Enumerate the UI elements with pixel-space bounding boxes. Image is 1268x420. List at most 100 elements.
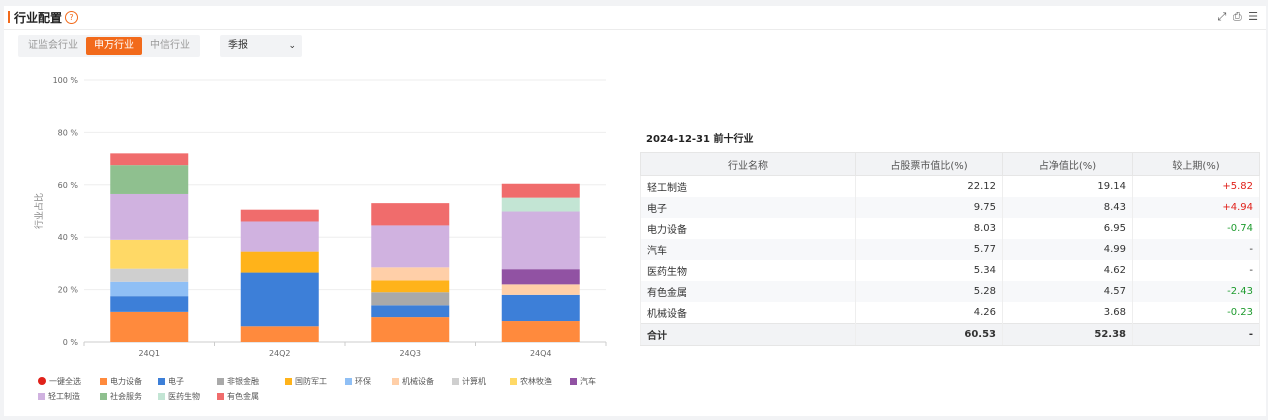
cell-total-nav-pct: 52.38: [1002, 323, 1133, 346]
bar-segment[interactable]: [501, 183, 580, 198]
bar-segment[interactable]: [240, 251, 319, 273]
bar-segment[interactable]: [371, 292, 450, 306]
col-header-change[interactable]: 较上期(%): [1132, 152, 1260, 176]
cell-stock-pct: 4.26: [855, 302, 1003, 324]
y-tick-label: 80 %: [58, 128, 79, 137]
cell-change: -2.43: [1132, 281, 1260, 302]
table-row[interactable]: 电力设备 8.03 6.95 -0.74: [640, 218, 1260, 239]
bar-segment[interactable]: [110, 296, 189, 312]
cell-stock-pct: 5.77: [855, 239, 1003, 260]
cell-nav-pct: 4.62: [1002, 260, 1133, 281]
legend-swatch: [38, 393, 45, 400]
legend-swatch: [217, 378, 224, 385]
legend-item[interactable]: 环保: [345, 376, 371, 387]
legend-item[interactable]: 国防军工: [285, 376, 327, 387]
cell-nav-pct: 8.43: [1002, 197, 1133, 218]
legend-item[interactable]: 电力设备: [100, 376, 142, 387]
table-row[interactable]: 汽车 5.77 4.99-: [640, 239, 1260, 260]
bar-segment[interactable]: [371, 225, 450, 268]
legend-item[interactable]: 医药生物: [158, 391, 200, 402]
period-select[interactable]: 季报 ⌄: [220, 35, 302, 57]
industry-standard-tabs: 证监会行业 申万行业 中信行业: [18, 35, 200, 57]
fullscreen-icon[interactable]: ⤢: [1218, 10, 1227, 23]
bar-segment[interactable]: [501, 321, 580, 342]
bar-segment[interactable]: [501, 294, 580, 322]
y-tick-label: 100 %: [53, 76, 79, 85]
legend-label: 医药生物: [168, 392, 200, 401]
legend-swatch: [285, 378, 292, 385]
legend-item[interactable]: 计算机: [452, 376, 486, 387]
bar-segment[interactable]: [501, 284, 580, 295]
bar-segment[interactable]: [110, 268, 189, 282]
bar-segment[interactable]: [110, 239, 189, 269]
table-row[interactable]: 机械设备 4.26 3.68 -0.23: [640, 302, 1260, 324]
menu-icon[interactable]: ☰: [1248, 10, 1258, 23]
bar-segment[interactable]: [110, 193, 189, 240]
cell-change: +5.82: [1132, 175, 1260, 197]
y-tick-label: 40 %: [58, 233, 79, 242]
legend-item[interactable]: 非银金融: [217, 376, 259, 387]
tab-sw-industry[interactable]: 申万行业: [86, 37, 142, 55]
tab-citic-industry[interactable]: 中信行业: [142, 37, 198, 55]
bar-segment[interactable]: [110, 281, 189, 297]
cell-nav-pct: 4.99: [1002, 239, 1133, 260]
legend-label: 国防军工: [295, 377, 327, 386]
legend-item[interactable]: 电子: [158, 376, 184, 387]
cell-nav-pct: 4.57: [1002, 281, 1133, 302]
cell-stock-pct: 9.75: [855, 197, 1003, 218]
legend-label: 电子: [168, 377, 184, 386]
chevron-down-icon: ⌄: [288, 41, 296, 51]
panel-title: 行业配置: [14, 11, 63, 25]
table-header-row: 行业名称 占股票市值比(%) 占净值比(%) 较上期(%): [640, 152, 1260, 176]
cell-industry: 机械设备: [640, 302, 856, 324]
cell-industry: 电力设备: [640, 218, 856, 239]
legend-select-all[interactable]: 一键全选: [38, 376, 81, 387]
bar-segment[interactable]: [240, 326, 319, 342]
legend-swatch: [345, 378, 352, 385]
cell-stock-pct: 8.03: [855, 218, 1003, 239]
bar-segment[interactable]: [371, 267, 450, 281]
legend-item[interactable]: 社会服务: [100, 391, 142, 402]
bar-segment[interactable]: [371, 203, 450, 226]
bar-segment[interactable]: [240, 209, 319, 222]
bar-segment[interactable]: [371, 305, 450, 318]
x-tick-label: 24Q3: [399, 349, 421, 358]
bar-segment[interactable]: [371, 317, 450, 342]
table-row[interactable]: 电子 9.75 8.43 +4.94: [640, 197, 1260, 218]
bar-segment[interactable]: [240, 272, 319, 327]
y-tick-label: 60 %: [58, 181, 79, 190]
legend-swatch: [100, 378, 107, 385]
header-toolbar: ⤢ ⎙ ☰: [1215, 10, 1259, 24]
bar-segment[interactable]: [501, 197, 580, 212]
bar-segment[interactable]: [110, 311, 189, 342]
legend-item[interactable]: 农林牧渔: [510, 376, 552, 387]
industry-allocation-panel: 行业配置 ? ⤢ ⎙ ☰ 证监会行业 申万行业 中信行业 季报 ⌄ 0 % 20 …: [4, 6, 1266, 416]
cell-nav-pct: 3.68: [1002, 302, 1133, 324]
bar-segment[interactable]: [240, 221, 319, 252]
legend-item[interactable]: 有色金属: [217, 391, 259, 402]
help-icon[interactable]: ?: [65, 11, 78, 24]
bar-segment[interactable]: [501, 269, 580, 285]
col-header-industry[interactable]: 行业名称: [640, 152, 856, 176]
bar-segment[interactable]: [371, 280, 450, 293]
table-row[interactable]: 医药生物 5.34 4.62-: [640, 260, 1260, 281]
bar-segment[interactable]: [110, 153, 189, 166]
tab-csrc-industry[interactable]: 证监会行业: [20, 37, 86, 55]
legend-item[interactable]: 汽车: [570, 376, 596, 387]
legend-item[interactable]: 机械设备: [392, 376, 434, 387]
legend-swatch: [510, 378, 517, 385]
cell-change: -: [1132, 260, 1260, 281]
table-row[interactable]: 轻工制造 22.12 19.14 +5.82: [640, 175, 1260, 197]
col-header-stock-pct[interactable]: 占股票市值比(%): [855, 152, 1003, 176]
legend-item[interactable]: 轻工制造: [38, 391, 80, 402]
legend-label: 计算机: [462, 377, 486, 386]
bar-segment[interactable]: [501, 211, 580, 270]
cell-industry: 有色金属: [640, 281, 856, 302]
export-icon[interactable]: ⎙: [1233, 10, 1242, 23]
legend-swatch: [392, 378, 399, 385]
bar-segment[interactable]: [110, 165, 189, 194]
col-header-nav-pct[interactable]: 占净值比(%): [1002, 152, 1133, 176]
cell-industry: 医药生物: [640, 260, 856, 281]
cell-nav-pct: 19.14: [1002, 175, 1133, 197]
table-row[interactable]: 有色金属 5.28 4.57 -2.43: [640, 281, 1260, 302]
